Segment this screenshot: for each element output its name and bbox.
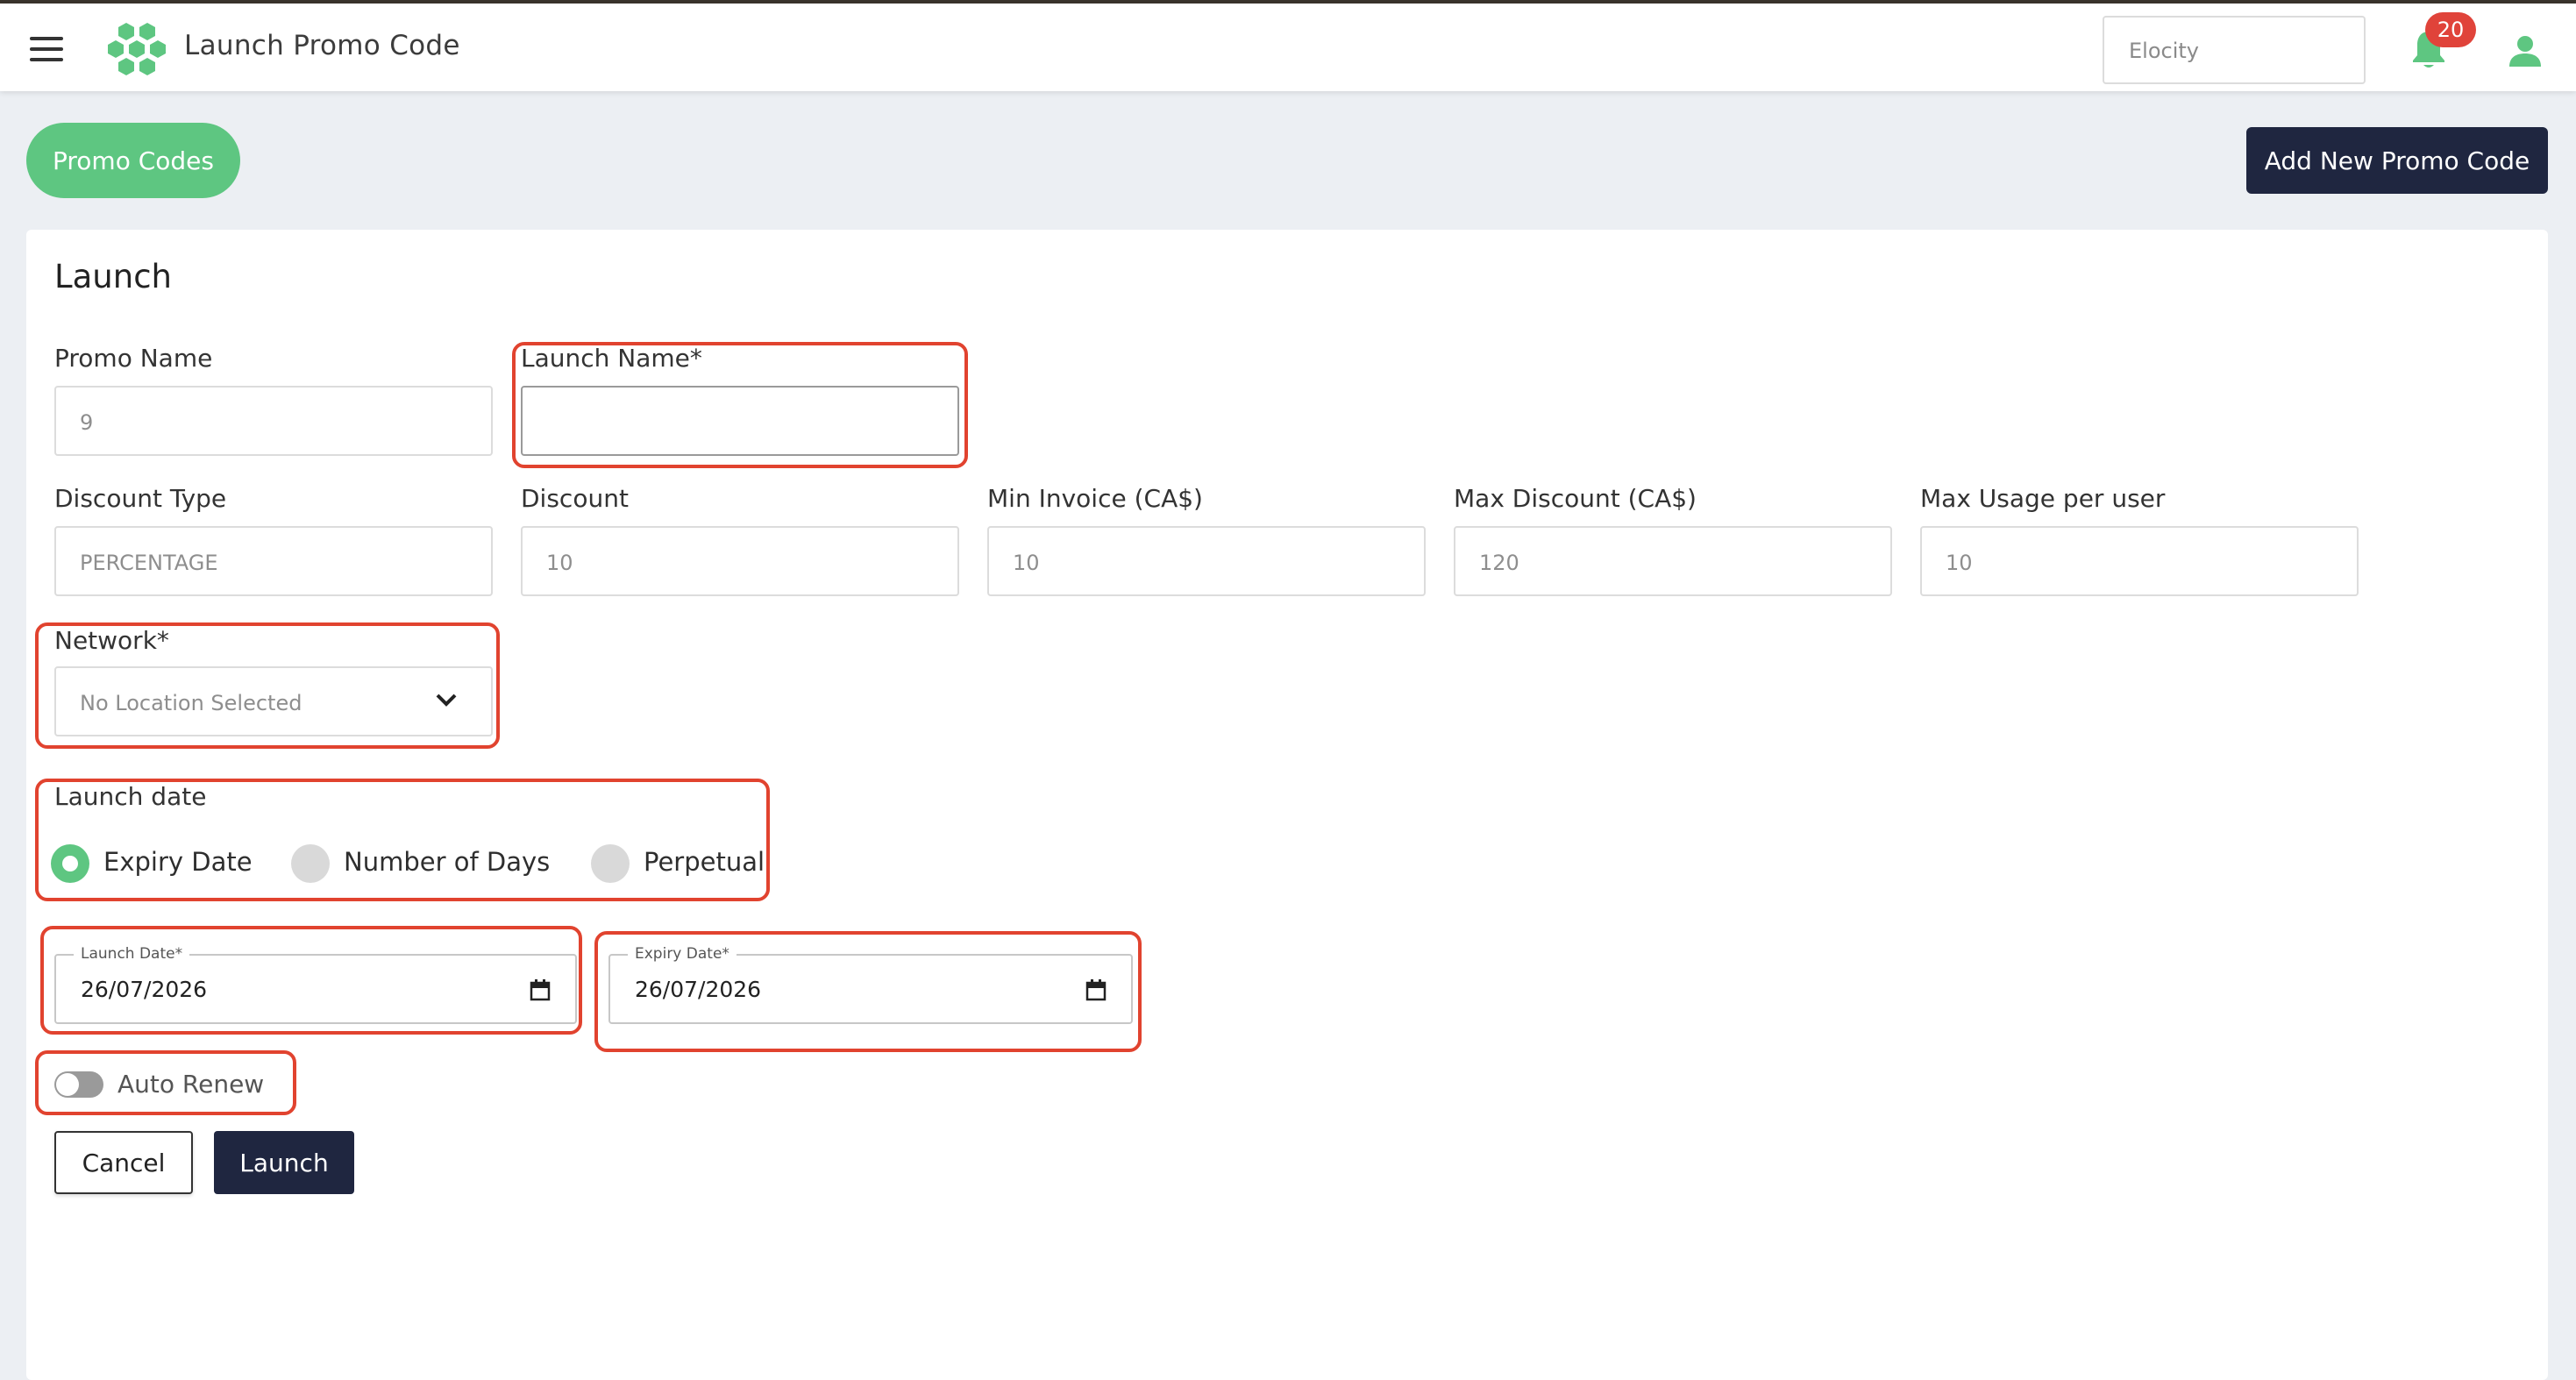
discount-label: Discount: [521, 484, 629, 513]
app-header: Launch Promo Code Elocity 20: [0, 4, 2576, 91]
min-invoice-field: 10: [987, 526, 1426, 596]
calendar-icon[interactable]: [530, 978, 551, 1001]
form-title: Launch: [54, 258, 172, 295]
max-usage-field: 10: [1920, 526, 2359, 596]
network-select[interactable]: No Location Selected: [54, 666, 493, 736]
calendar-icon[interactable]: [1085, 978, 1107, 1001]
launch-name-input[interactable]: [521, 386, 959, 456]
max-discount-label: Max Discount (CA$): [1454, 484, 1697, 513]
expiry-date-input[interactable]: Expiry Date* 26/07/2026: [608, 945, 1133, 1024]
max-discount-field: 120: [1454, 526, 1892, 596]
expiry-date-legend: Expiry Date*: [628, 945, 737, 963]
min-invoice-label: Min Invoice (CA$): [987, 484, 1203, 513]
network-select-value: No Location Selected: [80, 691, 302, 715]
launch-date-input[interactable]: Launch Date* 26/07/2026: [54, 945, 577, 1024]
notification-badge: 20: [2425, 12, 2476, 47]
auto-renew-toggle[interactable]: [54, 1071, 103, 1098]
promo-name-field: 9: [54, 386, 493, 456]
discount-type-field: PERCENTAGE: [54, 526, 493, 596]
launch-button[interactable]: Launch: [214, 1131, 354, 1194]
logo-hexagons-icon: [108, 23, 166, 75]
user-icon[interactable]: [2508, 33, 2543, 68]
add-new-promo-code-button[interactable]: Add New Promo Code: [2246, 127, 2548, 194]
radio-number-of-days[interactable]: [291, 844, 330, 883]
promo-codes-button[interactable]: Promo Codes: [26, 123, 240, 198]
cancel-button[interactable]: Cancel: [54, 1131, 193, 1194]
network-label: Network*: [54, 626, 169, 655]
page-title: Launch Promo Code: [184, 30, 460, 61]
company-selector[interactable]: Elocity: [2103, 16, 2366, 84]
max-usage-label: Max Usage per user: [1920, 484, 2166, 513]
launch-date-value: 26/07/2026: [81, 977, 208, 1002]
discount-field: 10: [521, 526, 959, 596]
radio-perpetual-label: Perpetual: [644, 847, 765, 877]
chevron-down-icon: [436, 694, 457, 707]
promo-name-label: Promo Name: [54, 344, 213, 373]
discount-type-label: Discount Type: [54, 484, 227, 513]
launch-date-legend: Launch Date*: [74, 945, 190, 963]
menu-icon[interactable]: [30, 37, 63, 61]
launch-date-group-label: Launch date: [54, 782, 207, 811]
launch-name-label: Launch Name*: [521, 344, 702, 373]
radio-perpetual[interactable]: [591, 844, 630, 883]
radio-expiry-date-label: Expiry Date: [103, 847, 253, 877]
radio-expiry-date[interactable]: [51, 844, 89, 883]
auto-renew-label: Auto Renew: [117, 1070, 265, 1099]
expiry-date-value: 26/07/2026: [635, 977, 762, 1002]
radio-number-of-days-label: Number of Days: [344, 847, 551, 877]
